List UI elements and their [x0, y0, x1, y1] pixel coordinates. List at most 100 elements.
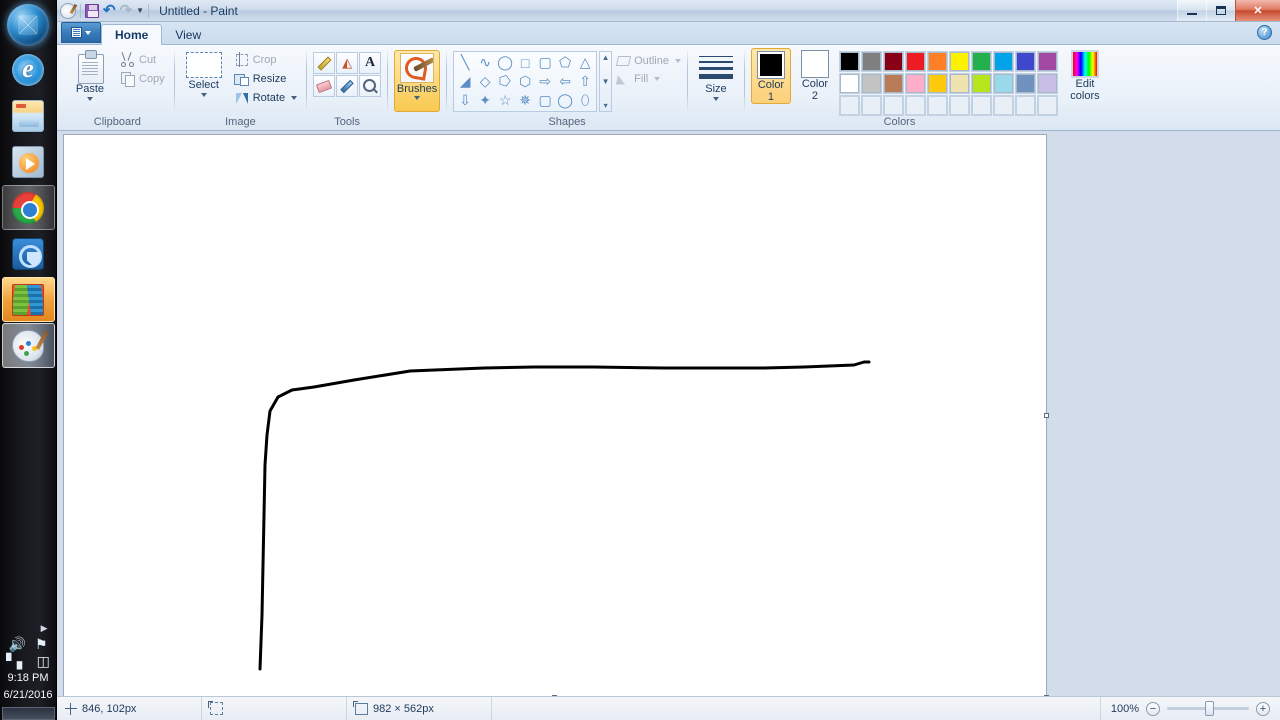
shape-item-6[interactable]: △: [575, 53, 595, 72]
eraser-icon[interactable]: [313, 75, 336, 97]
close-button[interactable]: ✕: [1235, 0, 1280, 21]
palette-swatch-1-2[interactable]: [860, 51, 882, 72]
palette-swatch-3-2[interactable]: [860, 95, 882, 116]
redo-icon[interactable]: ↷: [120, 3, 133, 18]
color-picker-icon[interactable]: [336, 75, 359, 97]
copy-button[interactable]: Copy: [117, 70, 168, 87]
crop-button[interactable]: Crop: [231, 51, 300, 68]
show-desktop-button[interactable]: [1, 707, 55, 720]
fill-bucket-icon[interactable]: [336, 52, 359, 74]
shape-item-12[interactable]: ⇦: [555, 72, 575, 91]
pencil-tool-icon[interactable]: [313, 52, 336, 74]
palette-swatch-2-3[interactable]: [882, 73, 904, 94]
canvas-resize-handle-right[interactable]: [1044, 413, 1049, 418]
shape-item-17[interactable]: ✵: [515, 91, 535, 110]
shape-item-10[interactable]: ⬡: [515, 72, 535, 91]
tab-view[interactable]: View: [162, 24, 214, 45]
clock-date[interactable]: 6/21/2016: [4, 688, 53, 702]
palette-swatch-3-5[interactable]: [926, 95, 948, 116]
fill-button[interactable]: Fill: [616, 72, 681, 86]
palette-swatch-2-6[interactable]: [948, 73, 970, 94]
palette-swatch-1-10[interactable]: [1036, 51, 1058, 72]
palette-swatch-2-10[interactable]: [1036, 73, 1058, 94]
palette-swatch-2-1[interactable]: [838, 73, 860, 94]
zoom-out-button[interactable]: −: [1146, 701, 1160, 716]
palette-swatch-1-3[interactable]: [882, 51, 904, 72]
battery-icon[interactable]: ◫: [37, 654, 50, 668]
scroll-down-icon[interactable]: ▼: [602, 77, 610, 86]
palette-swatch-3-6[interactable]: [948, 95, 970, 116]
magnifier-icon[interactable]: [359, 75, 382, 97]
palette-swatch-3-9[interactable]: [1014, 95, 1036, 116]
palette-swatch-2-5[interactable]: [926, 73, 948, 94]
zoom-slider[interactable]: [1167, 701, 1249, 716]
palette-swatch-2-2[interactable]: [860, 73, 882, 94]
taskbar-item-security-suite[interactable]: [2, 231, 55, 276]
save-icon[interactable]: [85, 3, 99, 18]
scroll-up-icon[interactable]: ▲: [602, 53, 610, 62]
palette-swatch-3-4[interactable]: [904, 95, 926, 116]
shape-item-20[interactable]: ⬯: [575, 91, 595, 110]
paint-app-icon[interactable]: [60, 2, 76, 19]
start-button[interactable]: [7, 4, 49, 46]
resize-button[interactable]: Resize: [231, 70, 300, 87]
tab-home[interactable]: Home: [101, 24, 163, 45]
outline-button[interactable]: Outline: [616, 54, 681, 68]
taskbar-item-internet-explorer[interactable]: [2, 47, 55, 92]
zoom-slider-thumb[interactable]: [1205, 701, 1214, 716]
volume-icon[interactable]: 🔊: [9, 637, 26, 651]
taskbar-item-windows-media-player[interactable]: [2, 139, 55, 184]
size-button[interactable]: Size: [694, 48, 738, 101]
tray-overflow-icon[interactable]: ▶: [41, 623, 48, 634]
taskbar-item-paint[interactable]: [1, 323, 55, 368]
shape-item-15[interactable]: ✦: [475, 91, 495, 110]
undo-icon[interactable]: ↶: [103, 3, 116, 18]
palette-swatch-3-1[interactable]: [838, 95, 860, 116]
shape-item-14[interactable]: ⇩: [455, 91, 475, 110]
palette-swatch-1-6[interactable]: [948, 51, 970, 72]
shape-item-2[interactable]: ◯: [495, 53, 515, 72]
edit-colors-button[interactable]: Edit colors: [1062, 48, 1108, 102]
zoom-in-button[interactable]: +: [1256, 701, 1270, 716]
file-menu-button[interactable]: [61, 22, 101, 43]
help-icon[interactable]: ?: [1257, 25, 1272, 40]
palette-swatch-3-8[interactable]: [992, 95, 1014, 116]
shapes-expand-icon[interactable]: ▾: [604, 101, 608, 110]
network-signal-icon[interactable]: ▘▖: [6, 654, 28, 668]
canvas-resize-handle-corner[interactable]: [1044, 695, 1049, 696]
customize-qat-icon[interactable]: ▼: [136, 6, 144, 15]
shape-item-11[interactable]: ⇨: [535, 72, 555, 91]
shape-item-1[interactable]: ∿: [475, 53, 495, 72]
shape-item-19[interactable]: ◯: [555, 91, 575, 110]
shape-item-18[interactable]: ▢: [535, 91, 555, 110]
taskbar-item-google-chrome[interactable]: [1, 185, 55, 230]
shape-item-0[interactable]: ╲: [455, 53, 475, 72]
taskbar-item-windows-explorer[interactable]: [2, 93, 55, 138]
palette-swatch-1-4[interactable]: [904, 51, 926, 72]
canvas-resize-handle-bottom[interactable]: [552, 695, 557, 696]
palette-swatch-2-9[interactable]: [1014, 73, 1036, 94]
color1-button[interactable]: Color 1: [750, 48, 791, 104]
palette-swatch-1-9[interactable]: [1014, 51, 1036, 72]
shape-item-8[interactable]: ◇: [475, 72, 495, 91]
palette-swatch-2-4[interactable]: [904, 73, 926, 94]
shape-item-16[interactable]: ☆: [495, 91, 515, 110]
rotate-button[interactable]: Rotate: [231, 89, 300, 106]
shape-item-3[interactable]: □: [515, 53, 535, 72]
minimize-button[interactable]: [1177, 0, 1206, 21]
palette-swatch-2-7[interactable]: [970, 73, 992, 94]
action-center-flag-icon[interactable]: ⚑: [35, 637, 48, 651]
shape-item-4[interactable]: ▢: [535, 53, 555, 72]
color2-button[interactable]: Color 2: [795, 48, 835, 102]
palette-swatch-1-5[interactable]: [926, 51, 948, 72]
palette-swatch-3-7[interactable]: [970, 95, 992, 116]
paste-button[interactable]: Paste: [67, 48, 113, 101]
palette-swatch-1-7[interactable]: [970, 51, 992, 72]
palette-swatch-1-8[interactable]: [992, 51, 1014, 72]
brushes-button[interactable]: Brushes: [394, 50, 441, 112]
taskbar-item-avg[interactable]: [1, 277, 55, 322]
canvas-work-area[interactable]: [57, 131, 1280, 696]
shape-item-9[interactable]: ⭔: [495, 72, 515, 91]
maximize-button[interactable]: [1206, 0, 1235, 21]
paint-canvas[interactable]: [64, 135, 1049, 696]
